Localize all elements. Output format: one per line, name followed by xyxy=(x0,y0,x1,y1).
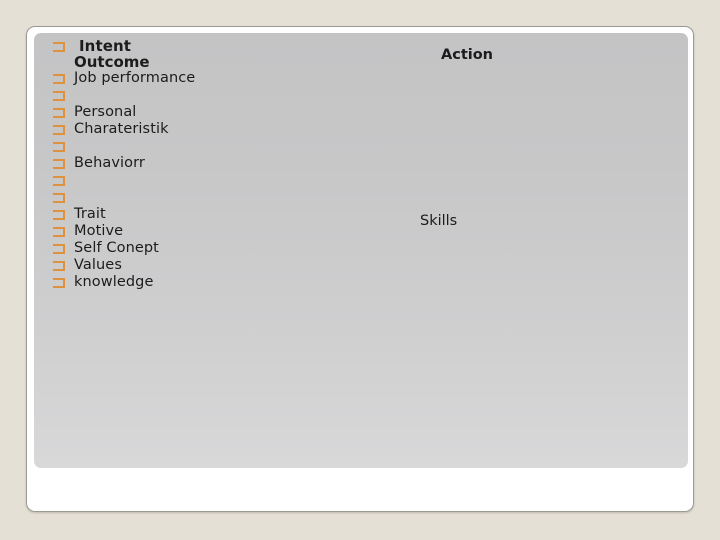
bullet-row[interactable]: Motive xyxy=(53,223,123,240)
bullet-label: Job performance xyxy=(74,70,196,86)
bullet-row[interactable]: Charateristik xyxy=(53,121,169,138)
bullet-label: Motive xyxy=(74,223,124,239)
column-label-action: Action xyxy=(441,47,494,63)
bullet-label: Values xyxy=(74,257,122,273)
slide-frame: Intent Outcome Job performance Personal Char… xyxy=(26,26,694,512)
bullet-square-icon xyxy=(53,74,65,84)
bullet-label-wrapped: Outcome xyxy=(74,53,150,71)
bullet-label: Self Conept xyxy=(74,240,159,256)
bullet-row[interactable]: Behaviorr xyxy=(53,155,145,172)
bullet-square-icon xyxy=(53,159,65,169)
bullet-square-icon xyxy=(53,91,65,101)
bullet-row[interactable]: Personal xyxy=(53,104,136,121)
slide-content-panel: Intent Outcome Job performance Personal Char… xyxy=(34,33,688,468)
column-label-skills: Skills xyxy=(420,213,458,229)
bullet-label: Trait xyxy=(74,206,106,222)
bullet-row[interactable] xyxy=(53,172,74,189)
bullet-row[interactable] xyxy=(53,87,74,104)
bullet-label: Personal xyxy=(74,104,137,120)
bullet-label: Charateristik xyxy=(74,121,169,137)
bullet-row[interactable]: Job performance xyxy=(53,70,195,87)
bullet-square-icon xyxy=(53,244,65,254)
bullet-square-icon xyxy=(53,210,65,220)
bullet-list: Intent Outcome Job performance Personal Char… xyxy=(34,33,688,468)
bullet-row[interactable]: knowledge xyxy=(53,274,154,291)
bullet-square-icon xyxy=(53,125,65,135)
bullet-square-icon xyxy=(53,261,65,271)
bullet-label: knowledge xyxy=(74,274,154,290)
bullet-square-icon xyxy=(53,42,65,52)
bullet-row[interactable]: Values xyxy=(53,257,122,274)
bullet-row[interactable]: Trait xyxy=(53,206,106,223)
bullet-row[interactable]: Self Conept xyxy=(53,240,159,257)
bullet-row[interactable] xyxy=(53,189,74,206)
bullet-row[interactable] xyxy=(53,138,74,155)
bullet-square-icon xyxy=(53,142,65,152)
bullet-label: Behaviorr xyxy=(74,155,145,171)
bullet-square-icon xyxy=(53,108,65,118)
bullet-square-icon xyxy=(53,278,65,288)
bullet-square-icon xyxy=(53,193,65,203)
bullet-square-icon xyxy=(53,227,65,237)
bullet-square-icon xyxy=(53,176,65,186)
